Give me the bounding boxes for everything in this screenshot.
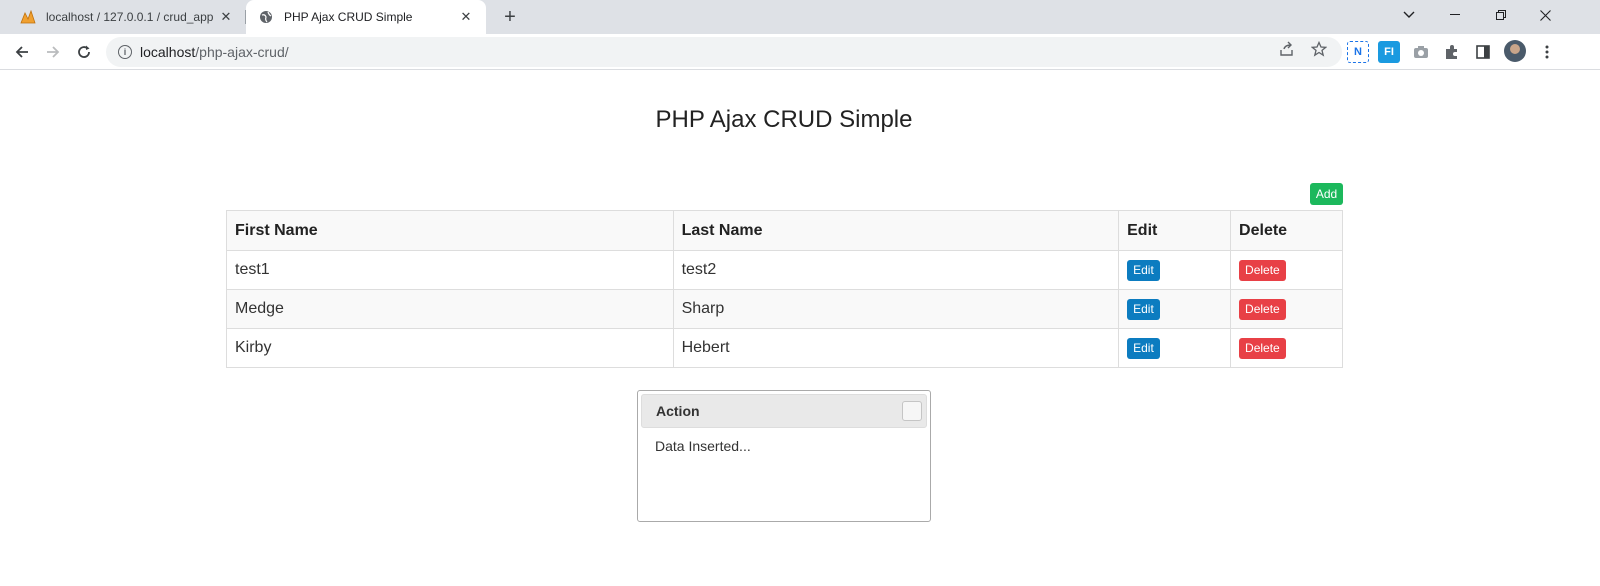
header-delete: Delete [1230,210,1343,251]
tab-title: localhost / 127.0.0.1 / crud_app | [46,10,216,24]
phpmyadmin-icon [20,9,36,25]
fi-extension-icon[interactable]: FI [1378,41,1400,63]
cell-edit: Edit [1118,289,1232,329]
close-tab-icon[interactable]: ✕ [216,7,236,27]
cell-first-name: Kirby [226,328,674,368]
page-content: PHP Ajax CRUD Simple Add First Name Last… [0,70,1600,586]
cell-delete: Delete [1230,289,1343,329]
cell-last-name: Sharp [672,289,1120,329]
close-window-icon[interactable] [1522,0,1568,30]
browser-tab-crud[interactable]: PHP Ajax CRUD Simple ✕ [246,0,486,34]
restore-icon[interactable] [1478,0,1524,30]
back-arrow-icon[interactable] [8,38,36,66]
forward-arrow-icon[interactable] [39,38,67,66]
table-row: Kirby Hebert Edit Delete [226,328,1343,368]
browser-toolbar: i localhost/php-ajax-crud/ N FI [0,34,1600,70]
cell-first-name: test1 [226,250,674,290]
dialog-close-icon[interactable] [902,401,922,421]
cell-first-name: Medge [226,289,674,329]
add-button[interactable]: Add [1310,183,1343,205]
edit-button[interactable]: Edit [1127,298,1160,320]
delete-button[interactable]: Delete [1239,259,1286,281]
browser-tab-bar: localhost / 127.0.0.1 / crud_app | ✕ PHP… [0,0,1600,34]
close-tab-icon[interactable]: ✕ [456,7,476,27]
minimize-icon[interactable] [1432,0,1478,30]
header-first-name: First Name [226,210,674,251]
dialog-title: Action [656,403,700,419]
cell-edit: Edit [1118,250,1232,290]
browser-tab-phpmyadmin[interactable]: localhost / 127.0.0.1 / crud_app | ✕ [8,0,246,34]
new-tab-plus-icon[interactable]: + [498,5,522,29]
table-row: test1 test2 Edit Delete [226,250,1343,290]
camera-icon[interactable] [1410,41,1432,63]
header-edit: Edit [1118,210,1232,251]
cell-last-name: test2 [672,250,1120,290]
share-icon[interactable] [1278,40,1296,58]
extensions-puzzle-icon[interactable] [1441,41,1463,63]
tab-title: PHP Ajax CRUD Simple [284,10,413,24]
header-last-name: Last Name [672,210,1120,251]
dialog-titlebar[interactable]: Action [641,394,927,428]
n-extension-icon[interactable]: N [1347,41,1369,63]
page-title: PHP Ajax CRUD Simple [655,106,913,133]
dialog-message: Data Inserted... [655,438,751,454]
cell-delete: Delete [1230,250,1343,290]
table-header-row: First Name Last Name Edit Delete [226,210,1343,251]
address-host: localhost [140,44,196,60]
edit-button[interactable]: Edit [1127,259,1160,281]
edit-button[interactable]: Edit [1127,337,1160,359]
address-bar[interactable]: i localhost/php-ajax-crud/ [106,37,1342,67]
more-menu-icon[interactable] [1536,41,1558,63]
action-dialog: Action Data Inserted... [637,390,931,522]
delete-button[interactable]: Delete [1239,298,1286,320]
delete-button[interactable]: Delete [1239,337,1286,359]
side-panel-icon[interactable] [1472,41,1494,63]
profile-avatar[interactable] [1504,40,1526,62]
globe-icon [258,9,274,25]
reload-icon[interactable] [70,38,98,66]
address-path: /php-ajax-crud/ [195,44,289,60]
cell-last-name: Hebert [672,328,1120,368]
bookmark-star-icon[interactable] [1310,40,1328,58]
site-info-icon[interactable]: i [118,45,132,59]
records-table: First Name Last Name Edit Delete test1 t… [226,210,1343,368]
tab-search-chevron-icon[interactable] [1386,0,1432,30]
table-row: Medge Sharp Edit Delete [226,289,1343,329]
cell-delete: Delete [1230,328,1343,368]
cell-edit: Edit [1118,328,1232,368]
